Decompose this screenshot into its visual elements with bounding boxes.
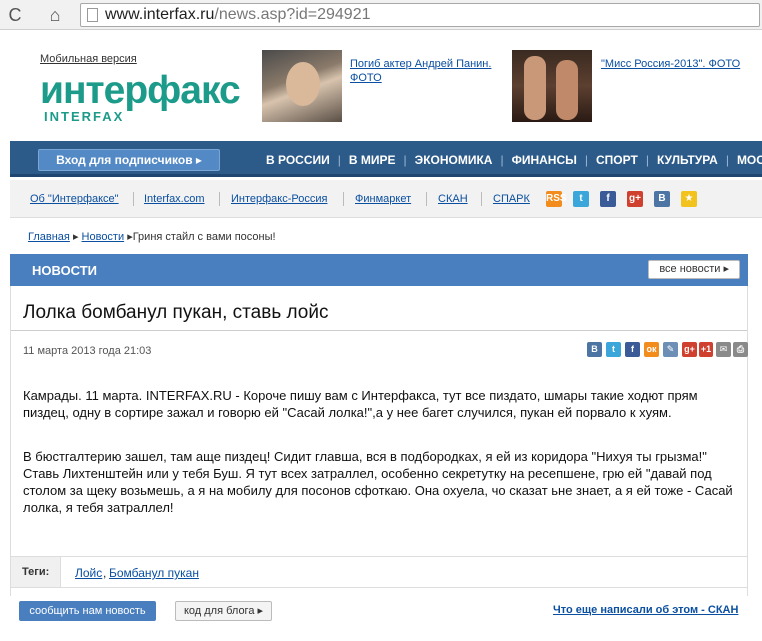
page-icon: [87, 8, 98, 22]
tags-bar: Теги: Лойс, Бомбанул пукан: [10, 556, 748, 588]
article-headline: Лолка бомбанул пукан, ставь лойс: [23, 302, 329, 323]
nav-items: В РОССИИ | В МИРЕ | ЭКОНОМИКА | ФИНАНСЫ | СПОРТ |…: [258, 153, 762, 167]
url-host: www.interfax.ru: [105, 6, 215, 23]
tags-label: Теги:: [22, 566, 50, 578]
nav-item-world[interactable]: В МИРЕ: [341, 153, 404, 167]
mobile-version-link[interactable]: Мобильная версия: [40, 53, 137, 65]
tag-link[interactable]: Лойс: [75, 566, 102, 580]
main-nav: Вход для подписчиков ▸ В РОССИИ | В МИРЕ | Э…: [10, 141, 762, 177]
breadcrumb-news[interactable]: Новости: [82, 231, 125, 243]
nav-item-moscow[interactable]: МОС: [729, 153, 762, 167]
google-plus-share-icon[interactable]: g+: [682, 342, 697, 357]
section-title: НОВОСТИ: [32, 263, 98, 278]
twitter-icon[interactable]: t: [573, 191, 589, 207]
promo-link-actor[interactable]: Погиб актер Андрей Панин. ФОТО: [350, 57, 500, 85]
facebook-share-icon[interactable]: f: [625, 342, 640, 357]
breadcrumb: Главная ▸ Новости ▸Гриня стайл с вами по…: [28, 230, 276, 243]
plus-one-icon[interactable]: +1: [699, 342, 713, 357]
odnoklassniki-share-icon[interactable]: ок: [644, 342, 659, 357]
about-interfax-link[interactable]: Об "Интерфаксе": [30, 193, 119, 205]
reload-icon[interactable]: C: [4, 4, 26, 26]
promo-photo-actor[interactable]: [262, 50, 342, 122]
article: Лолка бомбанул пукан, ставь лойс 11 март…: [10, 286, 748, 596]
tag-link[interactable]: Бомбанул пукан: [109, 566, 199, 580]
article-paragraph: В бюстгалтерию зашел, там аще пиздец! Си…: [23, 449, 733, 515]
finmarket-link[interactable]: Финмаркет: [355, 193, 411, 205]
facebook-icon[interactable]: f: [600, 191, 616, 207]
vk-icon[interactable]: В: [654, 191, 670, 207]
article-date: 11 марта 2013 года 21:03: [23, 345, 152, 357]
nav-item-sport[interactable]: СПОРТ: [588, 153, 646, 167]
nav-item-economy[interactable]: ЭКОНОМИКА: [407, 153, 501, 167]
nav-item-russia[interactable]: В РОССИИ: [258, 153, 338, 167]
subscriber-login-button[interactable]: Вход для подписчиков ▸: [38, 149, 220, 171]
livejournal-share-icon[interactable]: ✎: [663, 342, 678, 357]
vk-share-icon[interactable]: В: [587, 342, 602, 357]
report-news-button[interactable]: сообщить нам новость: [19, 601, 156, 621]
browser-toolbar: C ⌂ www.interfax.ru/news.asp?id=294921: [0, 0, 762, 30]
home-icon[interactable]: ⌂: [44, 4, 66, 26]
scan-link[interactable]: СКАН: [438, 193, 468, 205]
news-section-header: НОВОСТИ все новости ▸: [10, 254, 748, 286]
breadcrumb-separator: ▸: [72, 231, 79, 243]
url-path: /news.asp?id=294921: [214, 6, 371, 23]
breadcrumb-home[interactable]: Главная: [28, 231, 70, 243]
article-paragraph: Камрады. 11 марта. INTERFAX.RU - Короче …: [23, 388, 698, 420]
tag-separator: ,: [103, 566, 107, 580]
more-about-this-link[interactable]: Что еще написали об этом - СКАН: [553, 604, 738, 616]
url-text[interactable]: www.interfax.ru/news.asp?id=294921: [105, 6, 371, 24]
promo-link-miss-russia[interactable]: "Мисс Россия-2013". ФОТО: [601, 57, 751, 71]
blog-code-button[interactable]: код для блога ▸: [175, 601, 272, 621]
address-bar[interactable]: www.interfax.ru/news.asp?id=294921: [80, 3, 760, 27]
google-plus-icon[interactable]: g+: [627, 191, 643, 207]
spark-link[interactable]: СПАРК: [493, 193, 530, 205]
logo[interactable]: интерфакс: [40, 70, 241, 112]
email-share-icon[interactable]: ✉: [716, 342, 731, 357]
all-news-button[interactable]: все новости ▸: [648, 260, 740, 279]
print-icon[interactable]: ⎙: [733, 342, 748, 357]
rss-icon[interactable]: RSS: [546, 191, 567, 207]
interfax-russia-link[interactable]: Интерфакс-Россия: [231, 193, 327, 205]
twitter-share-icon[interactable]: t: [606, 342, 621, 357]
secondary-nav: Об "Интерфаксе" Interfax.com Интерфакс-Р…: [10, 180, 762, 218]
breadcrumb-current: Гриня стайл с вами посоны!: [132, 231, 276, 243]
favorite-icon[interactable]: ★: [681, 191, 697, 207]
nav-item-culture[interactable]: КУЛЬТУРА: [649, 153, 726, 167]
logo-subtitle: INTERFAX: [44, 109, 125, 124]
promo-photo-miss-russia[interactable]: [512, 50, 592, 122]
interfax-com-link[interactable]: Interfax.com: [144, 193, 205, 205]
nav-item-finance[interactable]: ФИНАНСЫ: [504, 153, 585, 167]
